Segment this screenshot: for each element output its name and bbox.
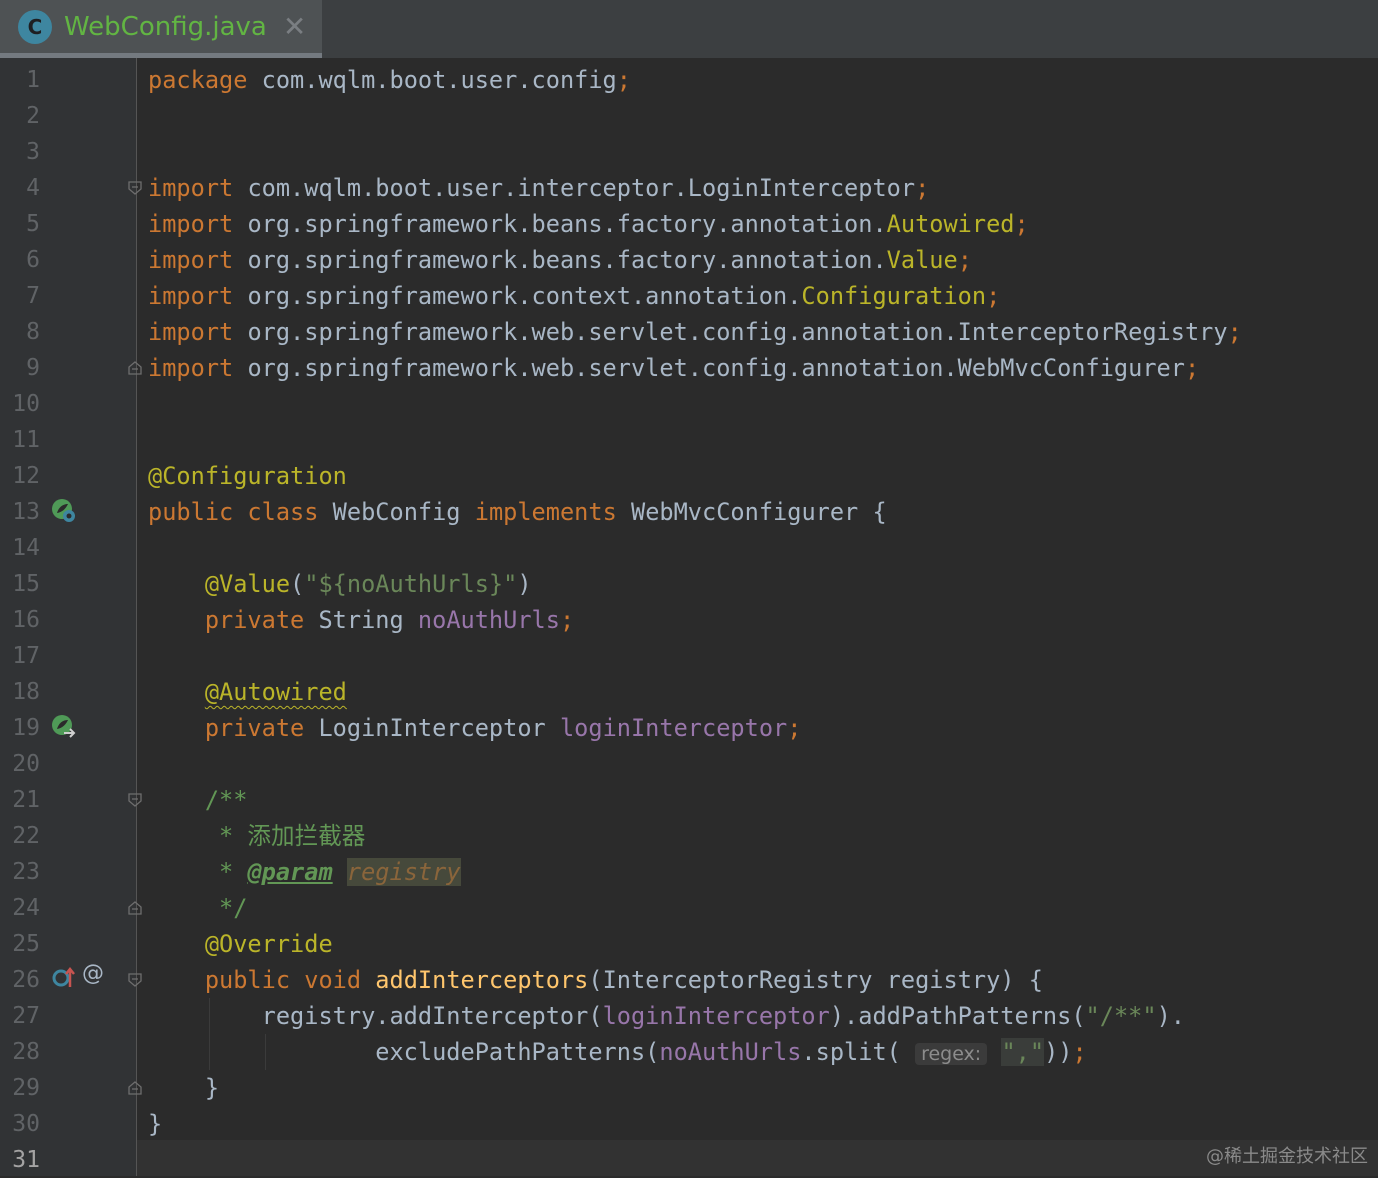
code-line-7[interactable]: import org.springframework.context.annot… <box>148 278 1000 314</box>
code-line-28[interactable]: excludePathPatterns(noAuthUrls.split( re… <box>148 1034 1087 1070</box>
code-line-24[interactable]: */ <box>148 890 247 926</box>
fold-start-icon[interactable] <box>128 973 142 987</box>
watermark: @稀土掘金技术社区 <box>1206 1146 1368 1167</box>
line-number: 1 <box>26 67 40 93</box>
line-number: 2 <box>26 103 40 129</box>
bean-autowired-icon[interactable] <box>51 714 77 740</box>
line-number: 27 <box>12 1003 40 1029</box>
tab-webconfig-java[interactable]: C WebConfig.java ✕ <box>0 0 322 58</box>
line-number: 13 <box>12 499 40 525</box>
line-number: 4 <box>26 175 40 201</box>
fold-start-icon[interactable] <box>128 793 142 807</box>
line-number: 19 <box>12 715 40 741</box>
implements-at-icon[interactable]: @ <box>82 961 104 986</box>
line-number: 31 <box>12 1147 40 1173</box>
line-number: 21 <box>12 787 40 813</box>
line-number: 9 <box>26 355 40 381</box>
code-line-21[interactable]: /** <box>148 782 248 818</box>
code-line-30[interactable]: } <box>148 1106 162 1142</box>
editor-tab-bar: C WebConfig.java ✕ <box>0 0 1378 58</box>
line-number: 6 <box>26 247 40 273</box>
code-line-23[interactable]: * @param registry <box>148 854 461 890</box>
line-number: 26 <box>12 967 40 993</box>
code-line-1[interactable]: package com.wqlm.boot.user.config; <box>148 62 631 98</box>
code-line-22[interactable]: * 添加拦截器 <box>148 818 365 854</box>
code-line-16[interactable]: private String noAuthUrls; <box>148 602 574 638</box>
line-number: 11 <box>12 427 40 453</box>
close-icon[interactable]: ✕ <box>283 12 306 41</box>
code-line-26[interactable]: public void addInterceptors(InterceptorR… <box>148 962 1043 998</box>
fold-end-icon[interactable] <box>128 1081 142 1095</box>
tab-label: WebConfig.java <box>64 11 267 42</box>
line-number: 28 <box>12 1039 40 1065</box>
line-number: 16 <box>12 607 40 633</box>
fold-end-icon[interactable] <box>128 361 142 375</box>
bean-implements-icon[interactable] <box>51 498 77 524</box>
line-number: 15 <box>12 571 40 597</box>
line-number: 20 <box>12 751 40 777</box>
override-method-icon[interactable] <box>51 965 77 991</box>
code-line-8[interactable]: import org.springframework.web.servlet.c… <box>148 314 1242 350</box>
code-line-4[interactable]: import com.wqlm.boot.user.interceptor.Lo… <box>148 170 929 206</box>
line-number: 12 <box>12 463 40 489</box>
code-line-19[interactable]: private LoginInterceptor loginIntercepto… <box>148 710 802 746</box>
code-line-15[interactable]: @Value("${noAuthUrls}") <box>148 566 532 602</box>
fold-start-icon[interactable] <box>128 181 142 195</box>
caret-line-highlight <box>137 1140 1378 1176</box>
parameter-hint: regex: <box>915 1043 988 1065</box>
code-line-25[interactable]: @Override <box>148 926 333 962</box>
code-line-18[interactable]: @Autowired <box>148 674 347 710</box>
line-number: 23 <box>12 859 40 885</box>
code-line-12[interactable]: @Configuration <box>148 458 347 494</box>
line-number: 5 <box>26 211 40 237</box>
code-line-13[interactable]: public class WebConfig implements WebMvc… <box>148 494 887 530</box>
line-number: 18 <box>12 679 40 705</box>
line-number: 17 <box>12 643 40 669</box>
fold-end-icon[interactable] <box>128 901 142 915</box>
line-number: 29 <box>12 1075 40 1101</box>
java-class-icon: C <box>18 9 52 44</box>
code-line-29[interactable]: } <box>148 1070 219 1106</box>
code-line-5[interactable]: import org.springframework.beans.factory… <box>148 206 1029 242</box>
line-number: 3 <box>26 139 40 165</box>
line-number: 10 <box>12 391 40 417</box>
line-number: 7 <box>26 283 40 309</box>
line-number: 25 <box>12 931 40 957</box>
line-number: 30 <box>12 1111 40 1137</box>
line-number: 8 <box>26 319 40 345</box>
code-line-6[interactable]: import org.springframework.beans.factory… <box>148 242 972 278</box>
line-number: 14 <box>12 535 40 561</box>
line-number: 24 <box>12 895 40 921</box>
code-line-9[interactable]: import org.springframework.web.servlet.c… <box>148 350 1199 386</box>
code-line-27[interactable]: registry.addInterceptor(loginInterceptor… <box>148 998 1185 1034</box>
line-number: 22 <box>12 823 40 849</box>
gutter-divider <box>136 58 137 1176</box>
